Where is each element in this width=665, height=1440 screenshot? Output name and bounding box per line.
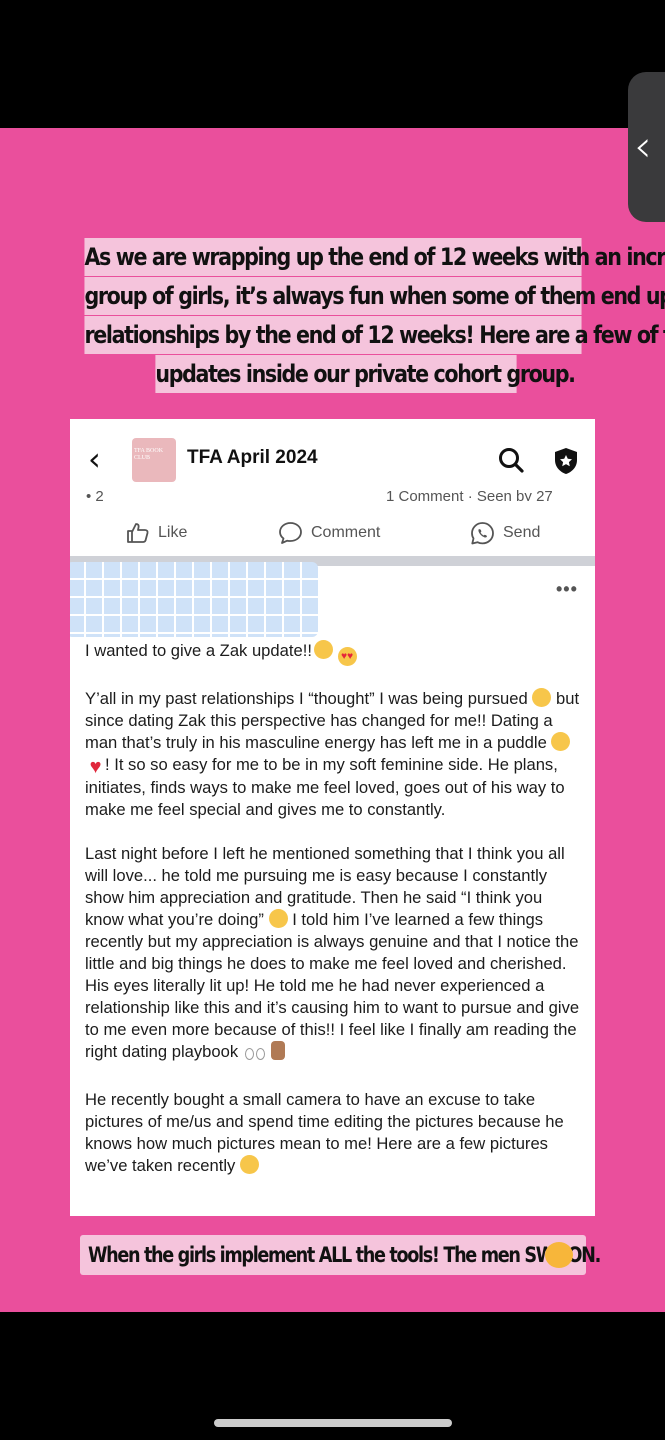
reactions-row-clipped: • 2 1 Comment · Seen by 27	[70, 483, 595, 501]
footer-caption-text: When the girls implement ALL the tools! …	[88, 1243, 601, 1267]
crying-face-emoji-icon	[551, 732, 571, 751]
like-button[interactable]: Like	[126, 515, 187, 551]
send-label: Send	[503, 524, 541, 541]
post-text: ! It so so easy for me to be in my soft …	[85, 755, 565, 819]
smiling-face-with-hearts-emoji-icon	[545, 1242, 573, 1268]
heart-eyes-emoji-icon: ♥♥	[337, 647, 357, 666]
eyes-emoji-icon	[243, 1048, 267, 1067]
post-paragraph: Last night before I left he mentioned so…	[85, 843, 585, 1067]
search-icon[interactable]	[498, 447, 524, 473]
slightly-smiling-emoji-icon	[239, 1155, 259, 1174]
post-screenshot-card: ‹ TFA BOOK CLUB TFA April 2024 • 2 1 Com…	[70, 419, 595, 1216]
tears-of-joy-emoji-icon	[268, 909, 288, 928]
chevron-left-icon: ‹	[88, 440, 101, 478]
grinning-sweat-emoji-icon	[532, 688, 552, 707]
story-footer-caption: When the girls implement ALL the tools! …	[80, 1235, 601, 1275]
post-text: Y’all in my past relationships I “though…	[85, 689, 528, 708]
story-caption-line-1: As we are wrapping up the end of 12 week…	[84, 238, 665, 276]
thumbs-up-icon	[127, 523, 149, 543]
like-label: Like	[158, 524, 188, 541]
post-text: I told him I’ve learned a few things rec…	[85, 910, 580, 1061]
red-heart-emoji-icon: ♥	[89, 756, 102, 778]
comment-bubble-icon	[279, 522, 302, 544]
back-button[interactable]: ‹	[88, 441, 114, 477]
story-caption-line-3: relationships by the end of 12 weeks! He…	[84, 316, 665, 354]
side-collapse-tab[interactable]: ‹	[628, 72, 665, 222]
story-caption-line-2: group of girls, it’s always fun when som…	[84, 277, 665, 315]
whatsapp-icon	[471, 521, 494, 544]
comment-label: Comment	[311, 524, 381, 541]
top-black-bar	[0, 0, 665, 128]
post-paragraph: I wanted to give a Zak update!! ♥♥	[85, 640, 585, 666]
post-text: He recently bought a small camera to hav…	[85, 1090, 564, 1175]
story-caption-line-4: updates inside our private cohort group.	[155, 355, 576, 393]
comment-seen-count: 1 Comment · Seen by 27	[386, 488, 553, 501]
post-body: I wanted to give a Zak update!! ♥♥ Y’all…	[85, 640, 585, 1199]
group-thumbnail[interactable]: TFA BOOK CLUB	[132, 438, 176, 482]
shield-icon[interactable]	[553, 447, 579, 475]
author-redacted-block	[70, 562, 318, 637]
post-paragraph: He recently bought a small camera to hav…	[85, 1089, 585, 1177]
chevron-left-icon: ‹	[634, 121, 652, 172]
pointing-up-emoji-icon	[271, 1041, 286, 1060]
post-action-bar: Like Comment Send	[70, 515, 595, 551]
comment-button[interactable]: Comment	[278, 515, 380, 551]
pleading-face-emoji-icon	[313, 640, 333, 659]
send-button[interactable]: Send	[470, 515, 540, 551]
group-title[interactable]: TFA April 2024	[187, 447, 318, 469]
post-paragraph: Y’all in my past relationships I “though…	[85, 688, 585, 821]
home-indicator[interactable]	[214, 1419, 452, 1427]
reaction-count: • 2	[86, 488, 104, 501]
more-options-button[interactable]: •••	[556, 579, 578, 600]
post-text: I wanted to give a Zak update!!	[85, 641, 312, 660]
